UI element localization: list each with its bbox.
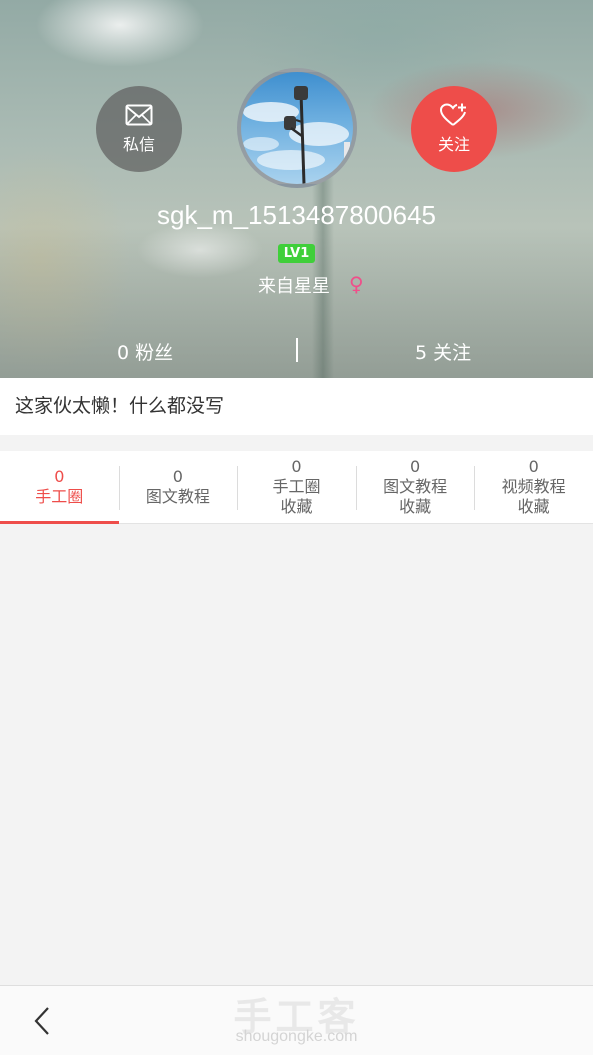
follow-label: 关注 — [437, 135, 470, 154]
level-badge: LV1 — [278, 244, 315, 263]
private-message-label: 私信 — [122, 135, 155, 154]
tab-count: 0 — [528, 457, 539, 476]
heart-plus-icon — [440, 103, 466, 126]
avatar-image — [243, 86, 350, 184]
tab-count: 0 — [172, 467, 183, 486]
fans-count[interactable]: 0 粉丝 — [117, 338, 173, 365]
tab-handcraft-circle[interactable]: 0 手工圈 — [0, 451, 119, 524]
bio-text: 这家伙太懒！什么都没写 — [0, 378, 593, 435]
follow-button[interactable]: 关注 — [411, 86, 497, 172]
avatar[interactable] — [237, 68, 357, 188]
tab-label: 视频教程 — [501, 477, 566, 496]
tab-count: 0 — [291, 457, 302, 476]
origin-text: 来自星星 — [258, 276, 330, 297]
tab-video-tutorial-favorites[interactable]: 0 视频教程 收藏 — [474, 451, 593, 523]
tab-count: 0 — [409, 457, 421, 476]
username: sgk_m_1513487800645 — [156, 200, 437, 230]
tab-label-sub: 收藏 — [399, 497, 432, 516]
envelope-icon — [125, 104, 153, 126]
private-message-button[interactable]: 私信 — [96, 86, 182, 172]
following-count[interactable]: 5 关注 — [415, 338, 471, 365]
stats-divider — [296, 338, 298, 362]
tab-tutorial-favorites[interactable]: 0 图文教程 收藏 — [355, 451, 475, 523]
tab-label: 手工圈 — [272, 477, 321, 496]
tab-label: 图文教程 — [383, 477, 448, 496]
tab-label: 图文教程 — [145, 487, 210, 506]
tab-count: 0 — [54, 467, 65, 486]
profile-header: 私信 关注 sgk_m_1513487800645 LV1 来自星星 ♀ 0 粉… — [0, 0, 593, 378]
tab-handcraft-circle-favorites[interactable]: 0 手工圈 收藏 — [237, 451, 356, 523]
tab-content-empty — [0, 525, 593, 985]
tab-label: 手工圈 — [35, 487, 84, 506]
tab-tutorials[interactable]: 0 图文教程 — [118, 451, 238, 523]
tab-label-sub: 收藏 — [280, 497, 313, 516]
content-tabs: 0 手工圈 0 图文教程 0 手工圈 收藏 0 图文教程 收藏 0 视频教程 收… — [0, 451, 593, 524]
tab-label-sub: 收藏 — [517, 497, 550, 516]
watermark-domain: shougongke.com — [235, 1028, 358, 1045]
bottom-toolbar: 手工客 shougongke.com — [0, 985, 593, 1055]
female-gender-icon: ♀ — [349, 272, 364, 296]
